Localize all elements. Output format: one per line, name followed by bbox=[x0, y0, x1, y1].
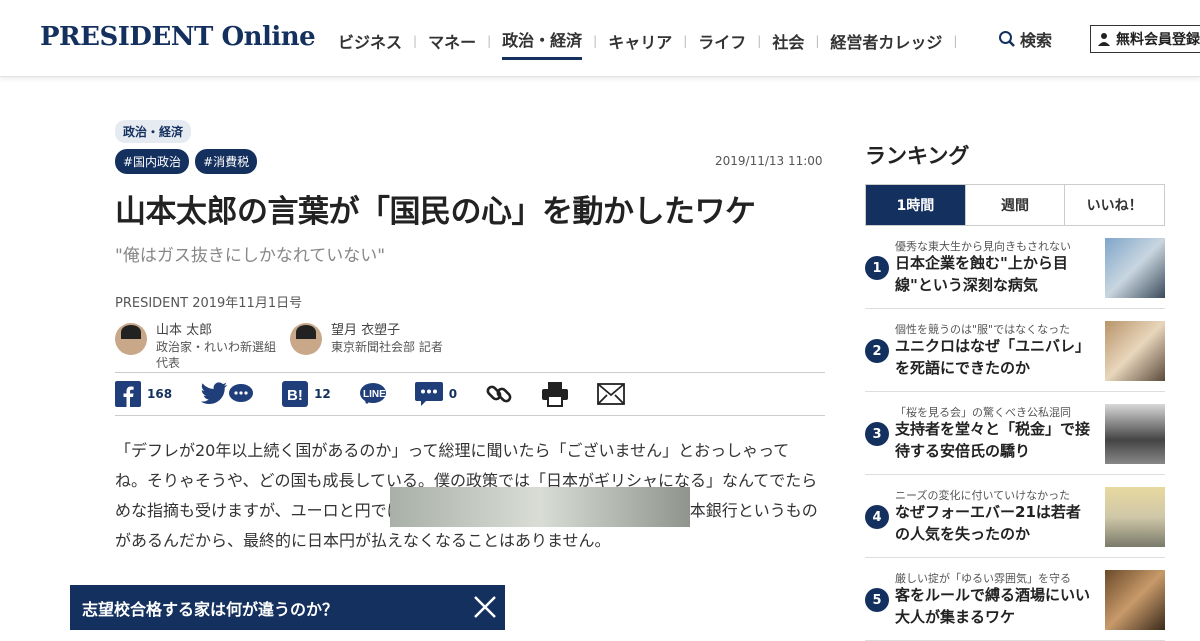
main-nav: ビジネス | マネー | 政治・経済 | キャリア | ライフ | 社会 | 経営者カレッジ… bbox=[338, 27, 968, 60]
twitter-icon bbox=[200, 382, 228, 404]
search-button[interactable]: 検索 bbox=[998, 27, 1052, 51]
author-list: 山本 太郎 政治家・れいわ新選組 代表 望月 衣塑子 東京新聞社会部 記者 bbox=[115, 323, 825, 371]
rank-thumbnail bbox=[1105, 238, 1165, 298]
rank-number: 2 bbox=[865, 339, 889, 363]
author-name: 望月 衣塑子 bbox=[331, 323, 401, 338]
nav-career[interactable]: キャリア bbox=[608, 29, 672, 59]
ranking-item[interactable]: 4 ニーズの変化に付いていけなかった なぜフォーエバー21は若者の人気を失ったの… bbox=[865, 475, 1165, 558]
tag-domestic-politics[interactable]: #国内政治 bbox=[115, 149, 190, 174]
facebook-share-button[interactable]: 168 bbox=[115, 381, 172, 407]
twitter-share-button[interactable] bbox=[200, 382, 254, 406]
member-register-button[interactable]: 無料会員登録 bbox=[1090, 25, 1200, 53]
chat-bubble-icon bbox=[229, 384, 254, 402]
rank-thumbnail bbox=[1105, 404, 1165, 464]
nav-life[interactable]: ライフ bbox=[698, 29, 746, 59]
site-header: PRESIDENT Online ビジネス | マネー | 政治・経済 | キャリア |… bbox=[0, 0, 1200, 77]
share-bar: 168 B! 12 LINE 0 bbox=[115, 372, 825, 416]
promo-banner-text: 志望校合格する家は何が違うのか？ bbox=[82, 599, 339, 619]
article-subtitle: "俺はガス抜きにしかなれていない" bbox=[115, 246, 386, 266]
facebook-icon bbox=[115, 381, 141, 407]
author-mochizuki[interactable]: 望月 衣塑子 東京新聞社会部 記者 bbox=[290, 323, 443, 371]
tab-likes[interactable]: いいね！ bbox=[1064, 185, 1164, 225]
rank-thumbnail bbox=[1105, 487, 1165, 547]
svg-text:B!: B! bbox=[287, 387, 303, 404]
mail-icon bbox=[597, 383, 626, 405]
comments-button[interactable]: 0 bbox=[414, 382, 458, 406]
print-button[interactable] bbox=[541, 381, 569, 407]
comment-count: 0 bbox=[448, 387, 458, 401]
tag-consumption-tax[interactable]: #消費税 bbox=[195, 149, 258, 174]
nav-politics-economy[interactable]: 政治・経済 bbox=[502, 27, 583, 60]
site-logo[interactable]: PRESIDENT Online bbox=[40, 22, 316, 52]
avatar bbox=[290, 323, 323, 355]
article-photo bbox=[390, 487, 690, 527]
rank-thumbnail bbox=[1105, 570, 1165, 630]
user-icon bbox=[1098, 33, 1110, 46]
author-role: 東京新聞社会部 記者 bbox=[331, 340, 443, 354]
article: 政治・経済 #国内政治 #消費税 2019/11/13 11:00 山本太郎の言… bbox=[115, 120, 825, 550]
rank-number: 1 bbox=[865, 256, 889, 280]
ranking-item[interactable]: 2 個性を競うのは"服"ではなくなった ユニクロはなぜ「ユニバレ」を死語にできた… bbox=[865, 309, 1165, 392]
comment-icon bbox=[414, 382, 443, 406]
hatena-bookmark-icon: B! bbox=[282, 381, 309, 407]
line-share-button[interactable]: LINE bbox=[359, 382, 387, 406]
nav-business[interactable]: ビジネス bbox=[338, 29, 402, 59]
ranking-tabs: 1時間 週間 いいね！ bbox=[865, 184, 1165, 226]
tab-1-hour[interactable]: 1時間 bbox=[866, 185, 965, 225]
copy-link-button[interactable] bbox=[485, 380, 513, 408]
member-register-label: 無料会員登録 bbox=[1116, 32, 1200, 48]
article-title: 山本太郎の言葉が「国民の心」を動かしたワケ bbox=[115, 194, 756, 230]
nav-society[interactable]: 社会 bbox=[772, 29, 804, 59]
print-icon bbox=[542, 382, 569, 407]
facebook-count: 168 bbox=[147, 387, 173, 401]
email-share-button[interactable] bbox=[597, 383, 626, 405]
rank-title: 日本企業を蝕む"上から目線"という深刻な病気 bbox=[895, 254, 1068, 294]
rank-number: 5 bbox=[865, 588, 889, 612]
hatena-count: 12 bbox=[314, 387, 331, 401]
ranking-item[interactable]: 5 厳しい掟が「ゆるい雰囲気」を守る 客をルールで縛る酒場にいい大人が集まるワケ bbox=[865, 558, 1165, 641]
avatar bbox=[115, 323, 147, 355]
author-yamamoto[interactable]: 山本 太郎 政治家・れいわ新選組 代表 bbox=[115, 323, 276, 371]
publish-date: 2019/11/13 11:00 bbox=[715, 154, 823, 168]
rank-title: ユニクロはなぜ「ユニバレ」を死語にできたのか bbox=[895, 337, 1091, 377]
nav-money[interactable]: マネー bbox=[428, 29, 476, 59]
tab-weekly[interactable]: 週間 bbox=[964, 185, 1065, 225]
close-icon[interactable] bbox=[471, 593, 499, 621]
search-icon bbox=[999, 31, 1015, 47]
hatena-bookmark-button[interactable]: B! 12 bbox=[282, 381, 331, 407]
author-role: 代表 bbox=[156, 356, 181, 370]
ranking-item[interactable]: 1 優秀な東大生から見向きもされない 日本企業を蝕む"上から目線"という深刻な病… bbox=[865, 226, 1165, 309]
ranking-sidebar: ランキング 1時間 週間 いいね！ 1 優秀な東大生から見向きもされない 日本企… bbox=[865, 140, 1165, 641]
rank-number: 3 bbox=[865, 422, 889, 446]
article-source: PRESIDENT 2019年11月1日号 bbox=[115, 296, 303, 311]
search-label: 検索 bbox=[1020, 31, 1053, 50]
ranking-title: ランキング bbox=[865, 144, 970, 168]
nav-executive-college[interactable]: 経営者カレッジ bbox=[830, 29, 942, 59]
line-icon: LINE bbox=[359, 383, 386, 405]
rank-title: なぜフォーエバー21は若者の人気を失ったのか bbox=[895, 503, 1081, 543]
category-badge[interactable]: 政治・経済 bbox=[115, 120, 192, 143]
rank-thumbnail bbox=[1105, 321, 1165, 381]
author-role: 政治家・れいわ新選組 bbox=[156, 340, 277, 354]
rank-title: 支持者を堂々と「税金」で接待する安倍氏の驕り bbox=[895, 420, 1091, 460]
link-icon bbox=[486, 385, 512, 403]
svg-text:LINE: LINE bbox=[363, 389, 386, 400]
rank-number: 4 bbox=[865, 505, 889, 529]
rank-title: 客をルールで縛る酒場にいい大人が集まるワケ bbox=[895, 586, 1091, 626]
author-name: 山本 太郎 bbox=[156, 323, 213, 338]
promo-banner[interactable]: 志望校合格する家は何が違うのか？ bbox=[70, 585, 505, 630]
ranking-item[interactable]: 3 「桜を見る会」の驚くべき公私混同 支持者を堂々と「税金」で接待する安倍氏の驕… bbox=[865, 392, 1165, 475]
